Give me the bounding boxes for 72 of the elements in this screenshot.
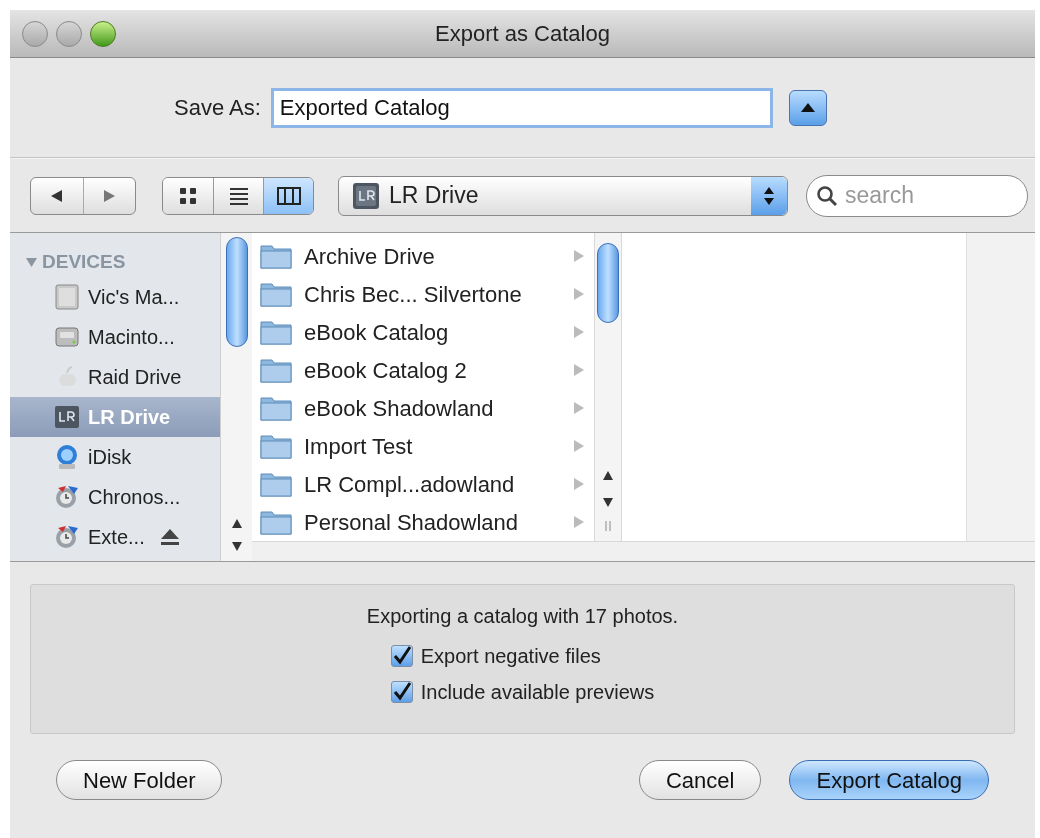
folder-icon bbox=[260, 319, 292, 345]
folder-icon bbox=[260, 281, 292, 307]
clock-drive-icon bbox=[54, 524, 80, 550]
window-title: Export as Catalog bbox=[435, 20, 610, 48]
sidebar-item[interactable]: iDisk bbox=[10, 437, 220, 477]
collapse-button[interactable] bbox=[788, 89, 827, 126]
folder-icon bbox=[260, 433, 292, 459]
chevron-right-icon bbox=[574, 516, 584, 528]
column-view-button[interactable] bbox=[263, 177, 313, 214]
folder-row[interactable]: eBook Catalog 2 bbox=[252, 351, 594, 389]
forward-icon[interactable] bbox=[103, 189, 116, 202]
file-name-field[interactable]: Exported Catalog bbox=[270, 87, 773, 128]
folder-icon bbox=[260, 357, 292, 383]
chevron-right-icon bbox=[574, 364, 584, 376]
chevron-right-icon bbox=[574, 326, 584, 338]
chevron-right-icon bbox=[574, 402, 584, 414]
sidebar-heading: DEVICES bbox=[42, 249, 126, 274]
scroll-up-icon[interactable] bbox=[603, 471, 613, 480]
folder-row[interactable]: eBook Catalog bbox=[252, 313, 594, 351]
columns-icon bbox=[276, 185, 301, 206]
checkbox-label: Export negative files bbox=[420, 644, 601, 669]
save-as-label: Save As: bbox=[174, 94, 261, 122]
sidebar-item[interactable]: Exte... bbox=[10, 517, 220, 557]
globe-icon bbox=[54, 444, 80, 470]
sidebar-item[interactable]: Raid Drive bbox=[10, 357, 220, 397]
folder-row[interactable]: Chris Bec... Silvertone bbox=[252, 275, 594, 313]
up-triangle-icon bbox=[800, 103, 815, 112]
scroll-up-icon[interactable] bbox=[231, 519, 242, 528]
scrollbar-thumb[interactable] bbox=[225, 237, 248, 347]
stepper-icon bbox=[751, 176, 787, 215]
zoom-icon[interactable] bbox=[90, 20, 116, 47]
chevron-right-icon bbox=[574, 440, 584, 452]
location-label: LR Drive bbox=[389, 181, 480, 211]
back-forward-control[interactable] bbox=[30, 176, 136, 215]
icon-view-button[interactable] bbox=[163, 177, 213, 214]
folder-row[interactable]: LR Compl...adowland bbox=[252, 465, 594, 503]
folder-icon bbox=[260, 471, 292, 497]
sidebar-item[interactable]: Vic's Ma... bbox=[10, 277, 220, 317]
computer-icon bbox=[54, 284, 80, 310]
scroll-down-icon[interactable] bbox=[603, 498, 613, 507]
chevron-right-icon bbox=[574, 478, 584, 490]
folder-row[interactable]: Import Test bbox=[252, 427, 594, 465]
grid-icon bbox=[178, 185, 198, 206]
export-summary: Exporting a catalog with 17 photos. bbox=[366, 604, 679, 629]
sidebar-item[interactable]: Chronos... bbox=[10, 477, 220, 517]
dialog-button[interactable]: New Folder bbox=[56, 760, 223, 800]
search-field[interactable]: search bbox=[806, 174, 1028, 217]
checkbox[interactable] bbox=[390, 681, 413, 703]
chevron-right-icon bbox=[574, 288, 584, 300]
scroll-down-icon[interactable] bbox=[231, 542, 242, 551]
location-dropdown[interactable]: LR Drive bbox=[338, 175, 788, 216]
folder-icon bbox=[260, 509, 292, 535]
lr-drive-icon bbox=[54, 404, 80, 430]
chevron-right-icon bbox=[574, 250, 584, 262]
list-view-button[interactable] bbox=[213, 177, 263, 214]
folder-icon bbox=[260, 243, 292, 269]
list-icon bbox=[228, 185, 249, 206]
folder-row[interactable]: Personal Shadowland bbox=[252, 503, 594, 541]
eject-icon[interactable] bbox=[160, 529, 179, 545]
scrollbar-thumb[interactable] bbox=[597, 243, 619, 323]
sidebar-item[interactable]: Macinto... bbox=[10, 317, 220, 357]
back-icon[interactable] bbox=[50, 189, 63, 202]
lr-drive-icon bbox=[353, 182, 379, 209]
folder-row[interactable]: eBook Shadowland bbox=[252, 389, 594, 427]
default-button[interactable]: Export Catalog bbox=[789, 760, 989, 800]
folder-icon bbox=[260, 395, 292, 421]
search-icon bbox=[816, 184, 838, 207]
folder-row[interactable]: Archive Drive bbox=[252, 237, 594, 275]
clock-drive-icon bbox=[54, 484, 80, 510]
dialog-button[interactable]: Cancel bbox=[639, 760, 762, 800]
checkbox[interactable] bbox=[390, 645, 413, 667]
checkbox-label: Include available previews bbox=[420, 680, 655, 705]
